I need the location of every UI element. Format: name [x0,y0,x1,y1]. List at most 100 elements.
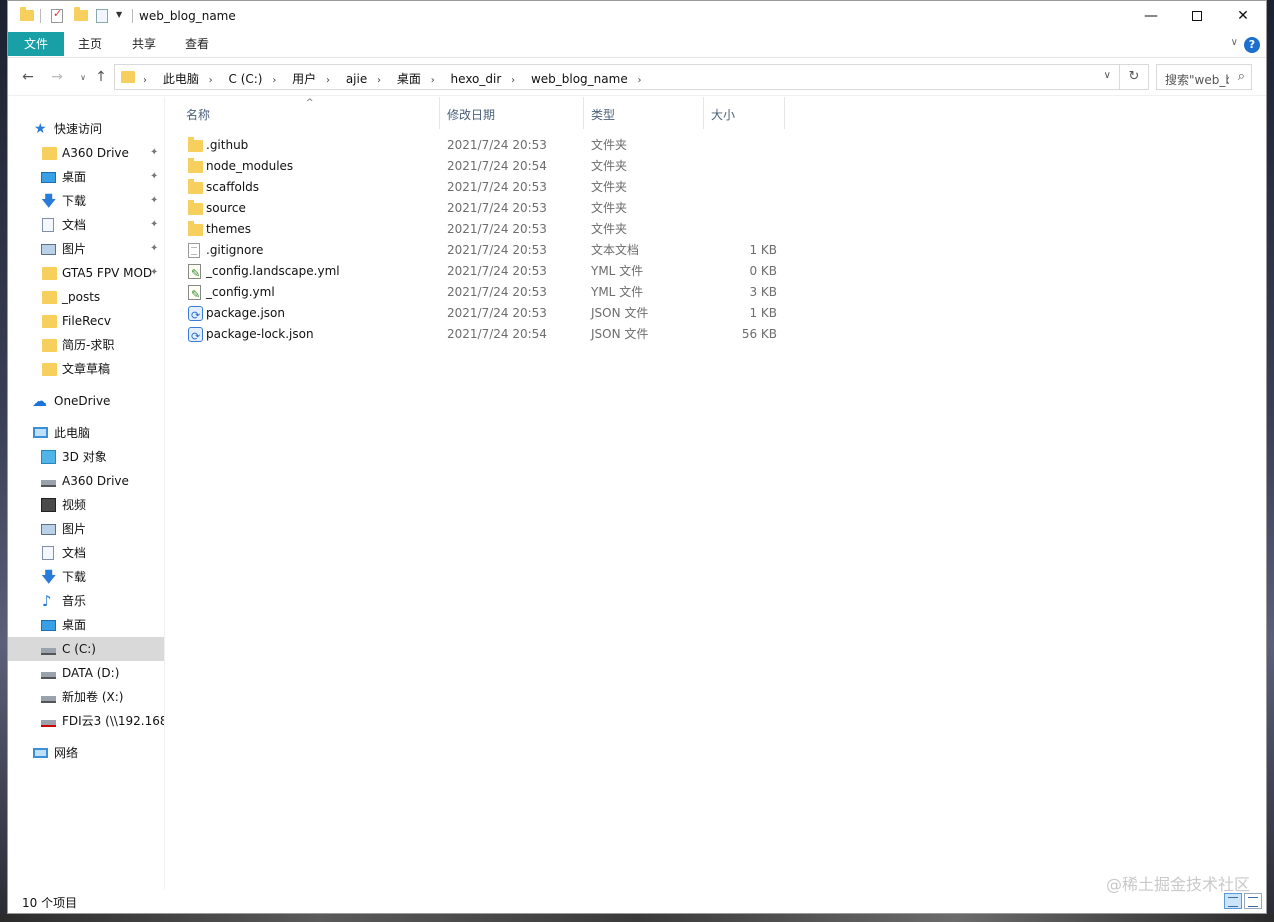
breadcrumb-item[interactable]: 用户 [292,70,316,87]
a360-drive-icon [41,480,56,487]
new-folder-icon[interactable] [74,7,88,21]
search-input[interactable]: 搜索"web_blog_name" ⌕ [1156,64,1252,90]
pictures-icon [41,244,56,255]
sidebar-item-a360-drive-pc[interactable]: A360 Drive [8,469,164,493]
maximize-button[interactable] [1174,1,1220,31]
file-row[interactable]: themes 2021/7/24 20:53 文件夹 [166,219,826,240]
music-icon: ♪ [42,592,52,610]
breadcrumb-separator[interactable]: › [431,75,435,86]
sidebar-item-a360-drive[interactable]: A360 Drive ✦ [8,141,164,165]
breadcrumb-separator[interactable]: › [272,75,276,86]
column-header-name[interactable]: 名称 [180,97,440,129]
new-item-icon[interactable] [96,9,108,23]
large-icons-view-button[interactable] [1244,893,1262,909]
column-header-date[interactable]: 修改日期 [441,97,584,129]
back-button[interactable]: ← [19,69,37,85]
file-row[interactable]: _config.yml 2021/7/24 20:53 YML 文件 3 KB [166,282,826,305]
sidebar-item-network-drive[interactable]: FDI云3 (\\192.168. [8,709,164,733]
close-button[interactable]: ✕ [1220,1,1266,31]
video-icon [41,498,56,512]
sidebar-item-this-pc[interactable]: 此电脑 [8,421,164,445]
sidebar-item-label: 简历-求职 [62,338,115,352]
expand-ribbon-icon[interactable]: ∨ [1231,37,1238,48]
breadcrumb-separator[interactable]: › [326,75,330,86]
recent-locations-button[interactable]: ∨ [74,73,92,82]
file-type: 文件夹 [591,180,628,194]
breadcrumb-separator[interactable]: › [209,75,213,86]
breadcrumb-separator[interactable]: › [638,75,642,86]
sidebar-item-x-drive[interactable]: 新加卷 (X:) [8,685,164,709]
file-row[interactable]: package.json 2021/7/24 20:53 JSON 文件 1 K… [166,303,826,326]
sidebar-item-music[interactable]: ♪ 音乐 [8,589,164,613]
sidebar-item-label: 图片 [62,242,87,256]
sidebar-item-label: 桌面 [62,170,87,184]
search-icon[interactable]: ⌕ [1238,69,1245,84]
sidebar-item-downloads[interactable]: 🡇 下载 ✦ [8,189,164,213]
file-row[interactable]: _config.landscape.yml 2021/7/24 20:53 YM… [166,261,826,284]
forward-button[interactable]: → [48,69,66,85]
file-size: 1 KB [749,243,777,257]
sidebar-item-gta5-fpv-mod[interactable]: GTA5 FPV MOD ✦ [8,261,164,285]
refresh-button[interactable]: ↻ [1120,64,1149,90]
breadcrumb-item[interactable]: 此电脑 [163,70,199,87]
file-row[interactable]: scaffolds 2021/7/24 20:53 文件夹 [166,177,826,198]
sidebar-item-downloads-pc[interactable]: 🡇 下载 [8,565,164,589]
drive-icon [41,672,56,679]
properties-icon[interactable] [51,7,63,23]
address-bar[interactable]: › 此电脑 › C (C:) › 用户 › ajie › 桌面 › hexo_d… [114,64,1120,90]
breadcrumb-separator[interactable]: › [511,75,515,86]
sidebar-item-quick-access[interactable]: ★ 快速访问 [8,117,164,141]
breadcrumb-item[interactable]: ajie [346,72,367,86]
watermark-text: @稀土掘金技术社区 [1105,875,1250,894]
sidebar-item-drafts[interactable]: 文章草稿 [8,357,164,381]
breadcrumb-item[interactable]: C (C:) [229,72,263,86]
tab-home[interactable]: 主页 [64,32,116,56]
breadcrumb-item[interactable]: 桌面 [397,70,421,87]
folder-icon [42,363,57,376]
sidebar-item-3d-objects[interactable]: 3D 对象 [8,445,164,469]
file-date: 2021/7/24 20:53 [447,264,547,278]
column-header-size[interactable]: 大小 [705,97,785,129]
folder-icon [188,158,203,173]
address-history-dropdown[interactable]: ∨ [1104,70,1111,81]
sidebar-item-filerecv[interactable]: FileRecv [8,309,164,333]
sidebar-item-c-drive[interactable]: C (C:) [8,637,164,661]
file-row[interactable]: .github 2021/7/24 20:53 文件夹 [166,135,826,156]
sidebar-item-pictures-pc[interactable]: 图片 [8,517,164,541]
column-header-type[interactable]: 类型 [585,97,704,129]
breadcrumb-separator[interactable]: › [143,75,147,86]
folder-icon[interactable] [20,7,34,21]
sidebar-item-posts[interactable]: _posts [8,285,164,309]
minimize-button[interactable]: — [1128,1,1174,31]
file-row[interactable]: package-lock.json 2021/7/24 20:54 JSON 文… [166,324,826,347]
tab-view[interactable]: 查看 [171,32,223,56]
file-type: 文件夹 [591,201,628,215]
file-size: 56 KB [741,327,777,341]
file-row[interactable]: .gitignore 2021/7/24 20:53 文本文档 1 KB [166,240,826,261]
sidebar-item-d-drive[interactable]: DATA (D:) [8,661,164,685]
sidebar-item-onedrive[interactable]: ☁ OneDrive [8,389,164,413]
help-icon[interactable]: ? [1244,37,1260,53]
sidebar-item-label: OneDrive [54,394,111,408]
up-button[interactable]: ↑ [92,69,110,85]
details-view-button[interactable] [1224,893,1242,909]
breadcrumb-separator[interactable]: › [377,75,381,86]
sidebar-item-pictures[interactable]: 图片 ✦ [8,237,164,261]
sidebar-item-desktop-pc[interactable]: 桌面 [8,613,164,637]
breadcrumb-item[interactable]: web_blog_name [531,72,628,86]
breadcrumb-item[interactable]: hexo_dir [451,72,502,86]
sidebar-item-desktop[interactable]: 桌面 ✦ [8,165,164,189]
sidebar-item-videos[interactable]: 视频 [8,493,164,517]
file-row[interactable]: node_modules 2021/7/24 20:54 文件夹 [166,156,826,177]
tab-share[interactable]: 共享 [118,32,170,56]
file-type: 文件夹 [591,138,628,152]
tab-file[interactable]: 文件 [8,32,64,56]
file-type: YML 文件 [591,285,644,299]
sidebar-item-documents[interactable]: 文档 ✦ [8,213,164,237]
file-row[interactable]: source 2021/7/24 20:53 文件夹 [166,198,826,219]
sidebar-item-resume[interactable]: 简历-求职 [8,333,164,357]
sidebar-item-network[interactable]: 网络 [8,741,164,765]
drive-icon [41,648,56,655]
customize-toolbar-icon[interactable]: ▼ [116,10,122,26]
sidebar-item-documents-pc[interactable]: 文档 [8,541,164,565]
